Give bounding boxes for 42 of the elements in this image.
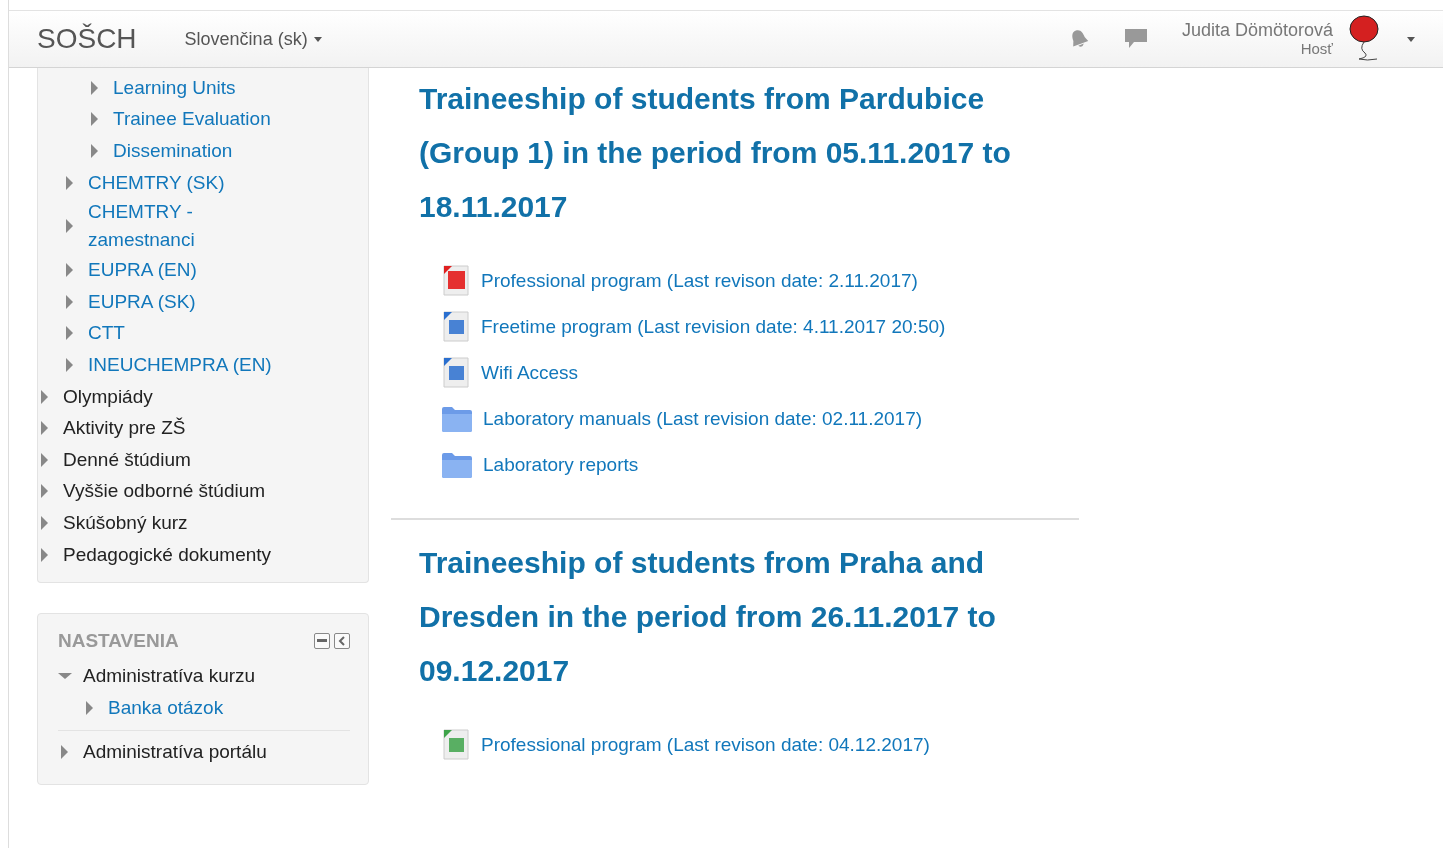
category-item[interactable]: Administratíva portálu (83, 738, 267, 767)
course-link[interactable]: Banka otázok (108, 693, 224, 722)
word-file-icon (441, 357, 471, 389)
dock-icon[interactable] (334, 633, 350, 650)
block-title: NASTAVENIA (58, 630, 179, 653)
folder-icon (441, 451, 473, 479)
section-title: Traineeship of students from Praha and Dresden in the period from 26.11.2017 to 09.12.2017 (419, 545, 997, 689)
user-name[interactable]: Judita Dömötorová (1181, 21, 1333, 40)
section-title: Traineeship of students from Pardubice (Group 1) in the period from 05.11.2017 to 18.11.2017 (419, 81, 1012, 225)
course-link[interactable]: EUPRA (EN) (88, 256, 197, 285)
course-link[interactable]: CHEMTRY (SK) (88, 168, 225, 197)
course-link[interactable]: CHEMTRY - zamestnanci (88, 198, 303, 255)
file-link[interactable]: Laboratory manuals (Last revision date: 02.11.2017) (483, 408, 923, 430)
category-item[interactable]: Vyššie odborné štúdium (63, 477, 266, 506)
user-role: Hosť (1300, 40, 1333, 57)
file-link[interactable]: Professional program (Last revison date: 04.12.2017) (481, 734, 930, 756)
file-link[interactable]: Professional program (Last revison date: 2.11.2017) (481, 270, 918, 292)
category-item[interactable]: Denné štúdium (63, 445, 191, 474)
file-link[interactable]: Wifi Access (481, 362, 579, 384)
course-link[interactable]: EUPRA (SK) (88, 287, 196, 316)
language-menu[interactable]: Slovenčina (sk) (184, 28, 322, 50)
chat-icon[interactable] (1123, 28, 1148, 50)
excel-file-icon (441, 729, 471, 761)
category-item[interactable]: Administratíva kurzu (83, 662, 256, 691)
category-item[interactable]: Pedagogické dokumenty (63, 540, 272, 569)
file-link[interactable]: Laboratory reports (483, 454, 639, 476)
minimize-icon[interactable] (314, 633, 330, 650)
category-item[interactable]: Skúšobný kurz (63, 508, 188, 537)
user-menu-caret-icon[interactable] (1407, 36, 1415, 42)
course-link[interactable]: Learning Units (113, 73, 236, 102)
category-item[interactable]: Olympiády (63, 382, 153, 411)
course-link[interactable]: CTT (88, 319, 125, 348)
word-file-icon (441, 311, 471, 343)
course-link[interactable]: Trainee Evaluation (113, 105, 271, 134)
site-brand[interactable]: SOŠCH (37, 23, 137, 55)
course-link[interactable]: INEUCHEMPRA (EN) (88, 350, 272, 379)
avatar-icon[interactable] (1347, 15, 1381, 63)
course-link[interactable]: Dissemination (113, 137, 233, 165)
folder-icon (441, 405, 473, 433)
category-item[interactable]: Aktivity pre ZŠ (63, 414, 186, 443)
file-link[interactable]: Freetime program (Last revision date: 4.11.2017 20:50) (481, 316, 946, 338)
pdf-file-icon (441, 265, 471, 297)
